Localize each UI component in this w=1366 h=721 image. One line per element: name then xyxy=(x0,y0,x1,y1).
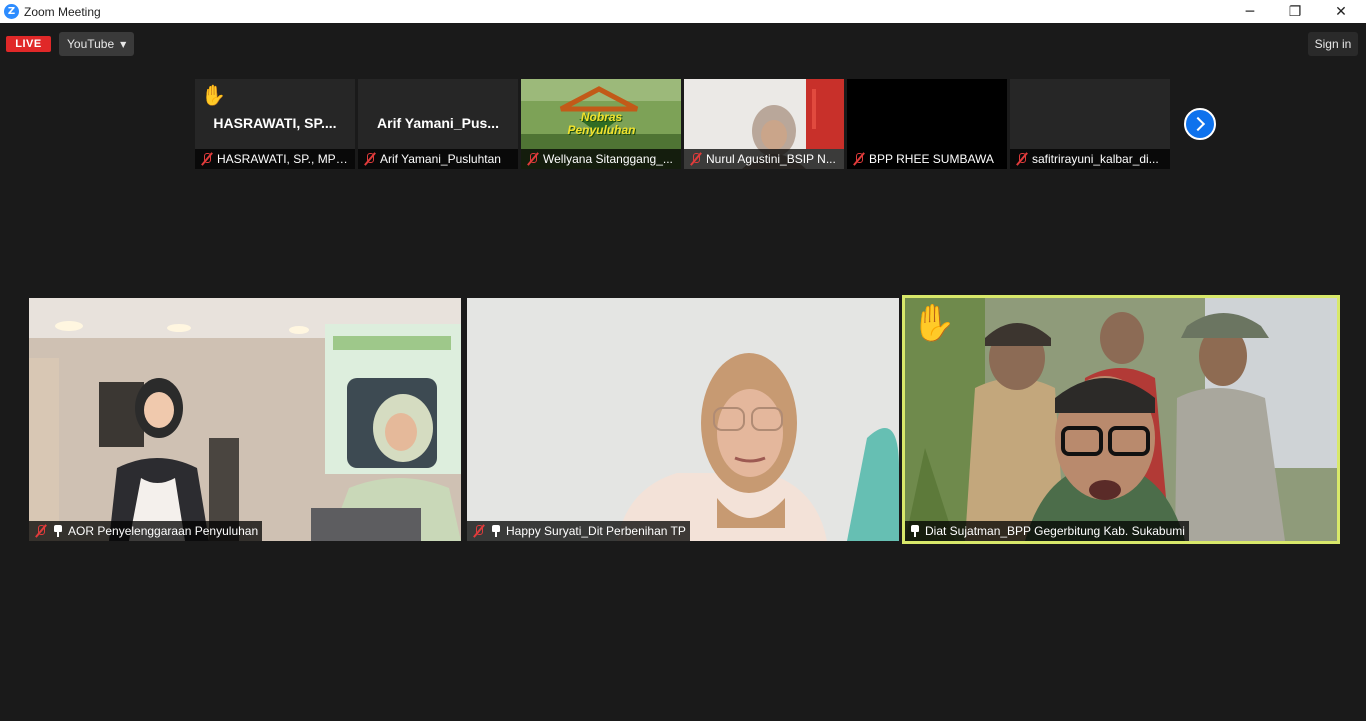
spotlight-pin-icon xyxy=(53,525,63,537)
chevron-down-icon: ▼ xyxy=(120,39,127,49)
participant-video xyxy=(905,298,1337,541)
participant-display-name: HASRAWATI, SP.... xyxy=(213,115,337,131)
participant-tile-6[interactable]: safitrirayuni_kalbar_di... xyxy=(1010,79,1170,169)
title-bar: Z Zoom Meeting ─ ❐ ✕ xyxy=(0,0,1366,23)
spotlight-pin-icon xyxy=(910,525,920,537)
participant-video xyxy=(29,298,461,541)
participant-name-label: Nurul Agustini_BSIP N... xyxy=(684,149,844,169)
mic-muted-icon xyxy=(1015,152,1028,166)
minimize-button[interactable]: ─ xyxy=(1227,0,1273,23)
mic-muted-icon xyxy=(689,152,702,166)
participant-name-label: AOR Penyelenggaraan Penyuluhan xyxy=(29,521,263,541)
participant-name-label: Wellyana Sitanggang_... xyxy=(521,149,681,169)
live-badge[interactable]: LIVE xyxy=(6,36,51,52)
participant-display-name: Arif Yamani_Pus... xyxy=(377,115,499,131)
participant-name-label: BPP RHEE SUMBAWA xyxy=(847,149,1007,169)
mic-muted-icon xyxy=(526,152,539,166)
participant-video xyxy=(467,298,899,541)
zoom-logo-icon: Z xyxy=(4,4,19,19)
mic-muted-icon xyxy=(852,152,865,166)
sign-in-button[interactable]: Sign in xyxy=(1308,32,1358,56)
participant-tile-2[interactable]: Arif Yamani_Pus... Arif Yamani_Pusluhtan xyxy=(358,79,518,169)
stream-target-dropdown[interactable]: YouTube ▼ xyxy=(59,32,134,56)
mic-muted-icon xyxy=(200,152,213,166)
spotlight-pin-icon xyxy=(491,525,501,537)
participant-tile-5[interactable]: BPP RHEE SUMBAWA xyxy=(847,79,1007,169)
participant-name-label: Happy Suryati_Dit Perbenihan TP xyxy=(467,521,690,541)
meeting-top-bar: LIVE YouTube ▼ Sign in xyxy=(0,23,1366,67)
raised-hand-icon: ✋ xyxy=(201,83,226,107)
participant-name-label: HASRAWATI, SP., MP_... xyxy=(195,149,355,169)
mic-muted-icon xyxy=(34,524,47,538)
restore-button[interactable]: ❐ xyxy=(1272,0,1318,23)
video-tile-diat-sujatman[interactable]: ✋ Diat Sujatman_BPP Gegerbitung Kab. Suk… xyxy=(902,295,1340,544)
stream-target-label: YouTube xyxy=(67,37,115,51)
video-tile-happy-suryati[interactable]: Happy Suryati_Dit Perbenihan TP xyxy=(467,298,899,541)
logo-text: Nobras Penyuluhan xyxy=(567,110,636,137)
next-page-button[interactable] xyxy=(1184,108,1216,140)
raised-hand-icon: ✋ xyxy=(911,303,956,344)
participant-tile-1[interactable]: ✋ HASRAWATI, SP.... HASRAWATI, SP., MP_.… xyxy=(195,79,355,169)
participant-tile-3[interactable]: Nobras Penyuluhan Wellyana Sitanggang_..… xyxy=(521,79,681,169)
participant-tile-4[interactable]: Nurul Agustini_BSIP N... xyxy=(684,79,844,169)
video-tile-aor[interactable]: AOR Penyelenggaraan Penyuluhan xyxy=(29,298,461,541)
mic-muted-icon xyxy=(363,152,376,166)
participant-name-label: safitrirayuni_kalbar_di... xyxy=(1010,149,1170,169)
participant-name-label: Diat Sujatman_BPP Gegerbitung Kab. Sukab… xyxy=(905,521,1189,541)
participant-name-label: Arif Yamani_Pusluhtan xyxy=(358,149,518,169)
window-title: Zoom Meeting xyxy=(24,4,101,19)
mic-muted-icon xyxy=(472,524,485,538)
close-button[interactable]: ✕ xyxy=(1318,0,1364,23)
